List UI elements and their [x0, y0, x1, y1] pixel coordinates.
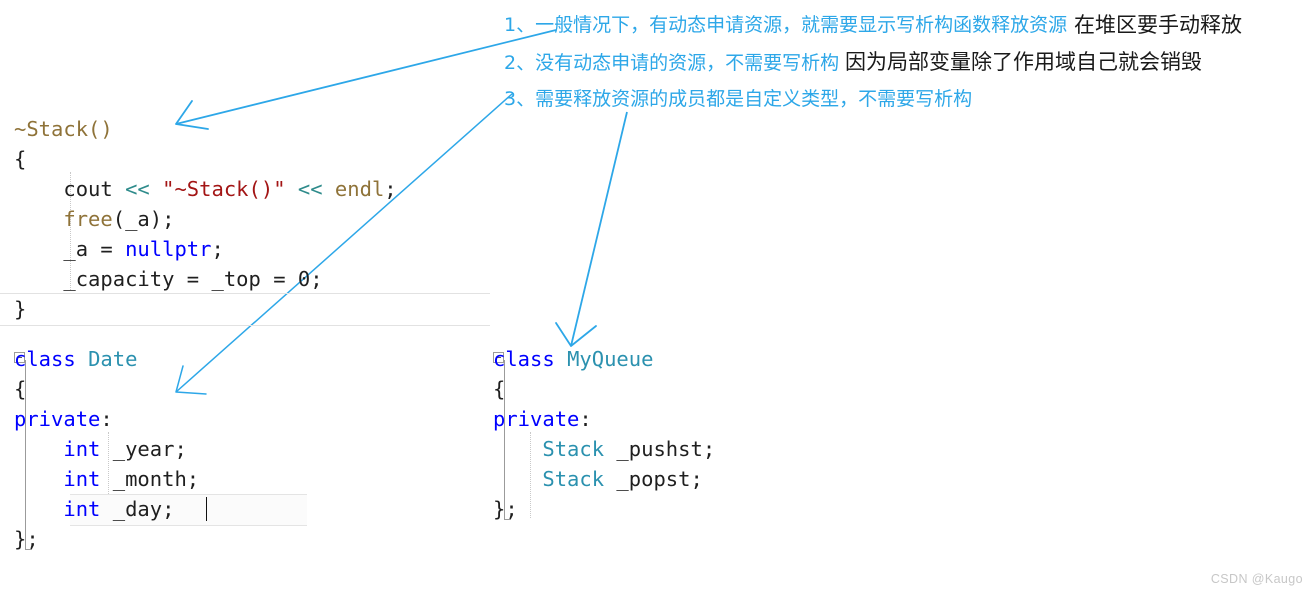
editor-separator-lower	[0, 325, 490, 326]
code-cout-semicolon: ;	[384, 177, 397, 201]
code-cout-operator-1: <<	[112, 177, 163, 201]
text-caret	[206, 497, 207, 521]
code-destructor-signature: ~Stack()	[14, 117, 113, 141]
code-cout-operator-2: <<	[285, 177, 335, 201]
code-date-class-keyword: class	[14, 347, 76, 371]
code-date-member-1-type: int	[63, 437, 101, 461]
annotation-line-3: 3、需要释放资源的成员都是自定义类型，不需要写析构	[504, 88, 973, 110]
code-cout-string: "~Stack()"	[162, 177, 286, 201]
code-myqueue-member-1-type: Stack	[542, 437, 605, 461]
code-date-access-colon: :	[100, 407, 113, 431]
code-date-member-3-type: int	[63, 497, 101, 521]
code-myqueue-access-colon: :	[579, 407, 592, 431]
code-myqueue-close-brace: };	[493, 497, 518, 521]
code-reset-line: _capacity = _top = 0;	[63, 267, 323, 291]
code-block-date-class[interactable]: class Date { private: int _year; int _mo…	[14, 344, 199, 554]
code-cout-endl: endl	[334, 177, 385, 201]
code-destructor-close-brace: }	[14, 297, 27, 321]
code-myqueue-open-brace: {	[493, 377, 506, 401]
code-myqueue-member-2-type: Stack	[542, 467, 605, 491]
code-date-member-3-name: _day;	[100, 497, 175, 521]
arrow-to-myqueue-class	[555, 111, 628, 347]
code-date-member-2-name: _month;	[100, 467, 200, 491]
code-block-myqueue-class[interactable]: class MyQueue { private: Stack _pushst; …	[493, 344, 715, 524]
code-myqueue-access-specifier: private	[493, 407, 580, 431]
code-myqueue-class-name: MyQueue	[567, 347, 654, 371]
code-date-class-name: Date	[88, 347, 138, 371]
code-date-member-1-name: _year;	[100, 437, 187, 461]
code-null-assign-lhs: _a =	[63, 237, 126, 261]
code-free-function: free	[63, 207, 113, 231]
code-cout-identifier: cout	[63, 177, 113, 201]
annotation-line-2: 2、没有动态申请的资源，不需要写析构	[504, 52, 840, 74]
annotation-line-1-note: 在堆区要手动释放	[1074, 13, 1242, 37]
code-null-semicolon: ;	[211, 237, 224, 261]
code-date-open-brace: {	[14, 377, 27, 401]
annotation-line-2-note: 因为局部变量除了作用域自己就会销毁	[845, 50, 1202, 74]
code-block-destructor[interactable]: ~Stack() { cout << "~Stack()" << endl; f…	[14, 114, 397, 324]
code-myqueue-member-2-name: _popst;	[604, 467, 703, 491]
code-myqueue-class-keyword: class	[493, 347, 555, 371]
annotation-line-1: 1、一般情况下，有动态申请资源，就需要显示写析构函数释放资源	[504, 14, 1068, 36]
code-free-args: (_a);	[112, 207, 175, 231]
code-destructor-open-brace: {	[14, 147, 27, 171]
code-date-member-2-type: int	[63, 467, 101, 491]
code-null-keyword: nullptr	[125, 237, 212, 261]
code-myqueue-member-1-name: _pushst;	[604, 437, 716, 461]
csdn-watermark: CSDN @Kaugo	[1210, 572, 1303, 586]
code-date-access-specifier: private	[14, 407, 101, 431]
code-date-close-brace: };	[14, 527, 39, 551]
